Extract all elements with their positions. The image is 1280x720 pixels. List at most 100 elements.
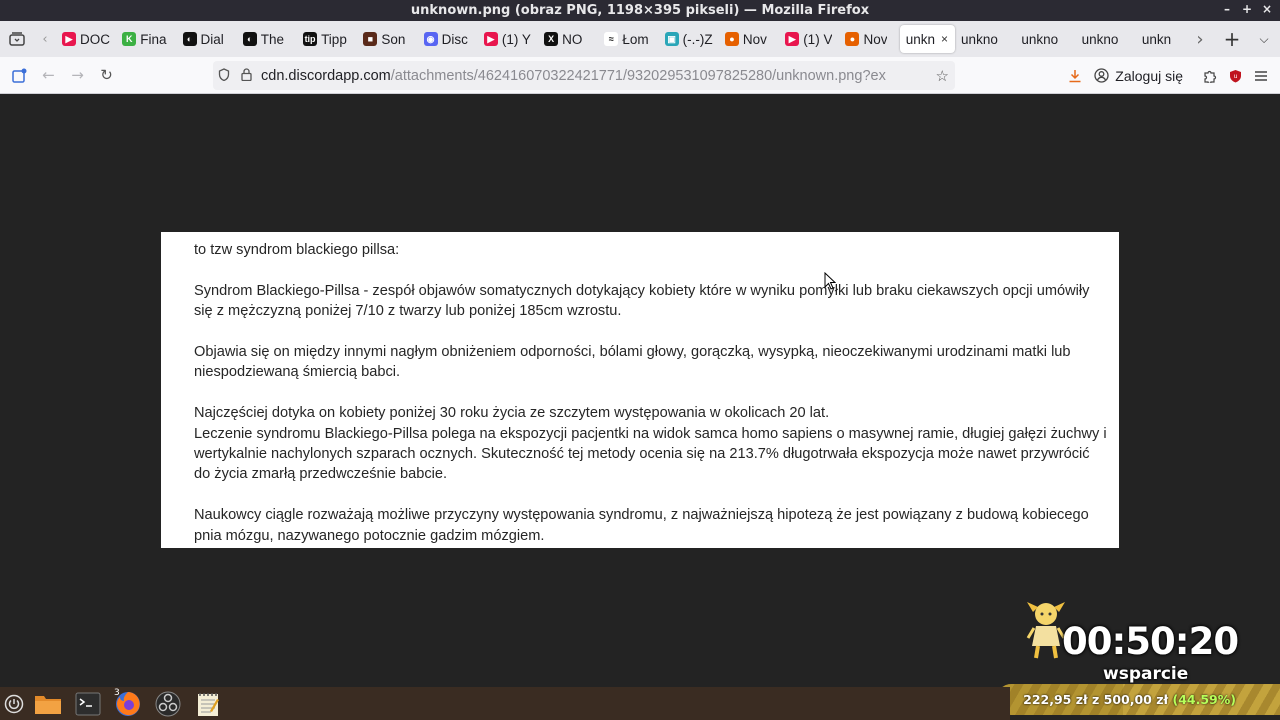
tab-label: unkno	[1081, 31, 1119, 47]
tab-label: Nov	[863, 31, 888, 47]
tab[interactable]: ■ Son	[357, 25, 417, 53]
reload-icon: ↻	[100, 66, 113, 84]
account-button[interactable]: Zaloguj się	[1088, 62, 1189, 90]
tab-bar-right: › + ⌵	[1184, 21, 1280, 57]
tab-close-icon[interactable]: ×	[941, 32, 948, 46]
tab[interactable]: X NO	[538, 25, 598, 53]
ublock-button[interactable]: u	[1223, 62, 1248, 90]
taskbar-menu-button[interactable]	[0, 687, 28, 720]
tab-favicon-icon: ◐	[182, 32, 197, 46]
tab[interactable]: ▶ (1) V	[779, 25, 839, 53]
url-text[interactable]: cdn.discordapp.com/attachments/462416070…	[261, 68, 916, 84]
toolbar-right: Zaloguj się u	[1062, 57, 1280, 94]
tab[interactable]: ◐ Dial	[177, 25, 237, 53]
window-title: unknown.png (obraz PNG, 1198×395 pikseli…	[410, 3, 870, 18]
arrow-right-icon: →	[71, 66, 84, 84]
menu-button[interactable]	[1248, 62, 1274, 90]
tab-label: Tipp	[321, 31, 347, 47]
maximize-button[interactable]: +	[1242, 2, 1252, 16]
url-path: /attachments/462416070322421771/93202953…	[390, 67, 886, 84]
obs-icon	[155, 691, 181, 716]
tab-label: DOC	[80, 31, 110, 47]
tab[interactable]: ≈ Łom	[598, 25, 658, 53]
image-viewer: to tzw syndrom blackiego pillsa: Syndrom…	[161, 232, 1119, 548]
chevron-left-icon: ‹	[42, 31, 48, 47]
tab-favicon-icon: ≈	[604, 32, 619, 46]
power-menu-icon	[4, 694, 24, 713]
close-window-button[interactable]: ×	[1262, 2, 1272, 16]
tab[interactable]: ● Nov	[719, 25, 779, 53]
tab-label: (1) V	[803, 31, 833, 47]
tab-label: The	[260, 31, 285, 47]
tab[interactable]: tip Tipp	[297, 25, 357, 53]
tab[interactable]: ◉ Disc	[418, 25, 478, 53]
notepad-icon	[198, 692, 219, 716]
taskbar-files-button[interactable]	[28, 687, 68, 720]
tab-favicon-icon: ●	[724, 32, 739, 46]
support-label: wsparcie	[1103, 664, 1189, 684]
tab-label: unkn	[1141, 31, 1172, 47]
tab-favicon-icon: ■	[363, 32, 378, 46]
hamburger-menu-icon	[1255, 70, 1267, 81]
tab-label: Nov	[742, 31, 767, 47]
tab-active[interactable]: unkn ×	[899, 25, 956, 53]
arrow-left-icon: ←	[42, 66, 55, 84]
taskbar-terminal-button[interactable]	[68, 687, 108, 720]
tab-favicon-icon: K	[122, 32, 137, 46]
tab-favicon-icon: ▣	[664, 32, 679, 46]
tab[interactable]: ▶ DOC	[56, 25, 116, 53]
tab-label: (-.-)Z	[682, 31, 713, 47]
list-all-tabs-button[interactable]: ⌵	[1248, 32, 1280, 47]
window-titlebar: unknown.png (obraz PNG, 1198×395 pikseli…	[0, 0, 1280, 21]
tab-overview-icon	[9, 32, 25, 46]
tab-label: NO	[562, 31, 583, 47]
lock-icon[interactable]	[235, 67, 257, 84]
tab-bar: ‹ ▶ DOC K Fina ◐ Dial ◐ The tip Tipp ■ Son ◉ Disc ▶ (1)…	[0, 21, 1280, 57]
tab[interactable]: ● Nov	[839, 25, 899, 53]
url-bar[interactable]: cdn.discordapp.com/attachments/462416070…	[213, 61, 955, 90]
puzzle-icon	[1204, 70, 1217, 83]
paragraph-treatment: Leczenie syndromu Blackiego-Pillsa poleg…	[194, 425, 1107, 483]
bookmark-star-icon[interactable]: ☆	[936, 67, 949, 85]
tab-overview-button[interactable]	[0, 21, 34, 57]
download-icon	[1069, 69, 1081, 82]
tab[interactable]: ▣ (-.-)Z	[659, 25, 719, 53]
paragraph-symptoms: Objawia się on między innymi nagłym obni…	[194, 344, 1071, 381]
reload-button[interactable]: ↻	[92, 61, 121, 89]
taskbar-obs-button[interactable]	[148, 687, 188, 720]
tab[interactable]: unkno	[955, 25, 1015, 53]
tab-label: unkno	[961, 31, 998, 47]
extensions-button[interactable]	[1197, 62, 1223, 90]
paragraph-definition: Syndrom Blackiego-Pillsa - zespół objawó…	[194, 282, 1090, 320]
folder-icon	[35, 695, 61, 714]
tab[interactable]: K Fina	[116, 25, 176, 53]
sidebar-toggle-button[interactable]	[5, 61, 34, 89]
new-tab-button[interactable]: +	[1216, 27, 1248, 51]
tab-label: unkno	[1021, 31, 1059, 47]
tabs-scroll-right-button[interactable]: ›	[1184, 29, 1216, 50]
url-domain: cdn.discordapp.com	[261, 67, 391, 84]
account-icon	[1094, 68, 1109, 83]
svg-text:u: u	[1234, 73, 1238, 80]
forward-button[interactable]: →	[63, 61, 92, 89]
tab-favicon-icon: ▶	[483, 32, 498, 46]
tab[interactable]: unkno	[1076, 25, 1136, 53]
taskbar-firefox-button[interactable]: 3	[108, 687, 148, 720]
navigation-bar: ← → ↻ cdn.discordapp.com/attachments/462…	[0, 57, 1280, 94]
tab-label: Łom	[622, 31, 649, 47]
tab-favicon-icon: ▶	[785, 32, 800, 46]
back-button[interactable]: ←	[34, 61, 63, 89]
tab-favicon-icon: ◐	[242, 32, 257, 46]
downloads-button[interactable]	[1062, 62, 1088, 90]
stream-timer: 00:50:20	[1062, 620, 1239, 663]
shield-icon[interactable]	[213, 67, 235, 84]
tab[interactable]: ◐ The	[237, 25, 297, 53]
tabs-scroll-left-button[interactable]: ‹	[34, 21, 56, 57]
window-controls: – + ×	[1222, 2, 1272, 16]
tab-label: Dial	[200, 31, 224, 47]
donation-goal: 500,00 zł	[1103, 692, 1169, 707]
tab[interactable]: ▶ (1) Y	[478, 25, 538, 53]
taskbar-notes-button[interactable]	[188, 687, 228, 720]
tab[interactable]: unkno	[1015, 25, 1075, 53]
minimize-button[interactable]: –	[1222, 2, 1232, 16]
